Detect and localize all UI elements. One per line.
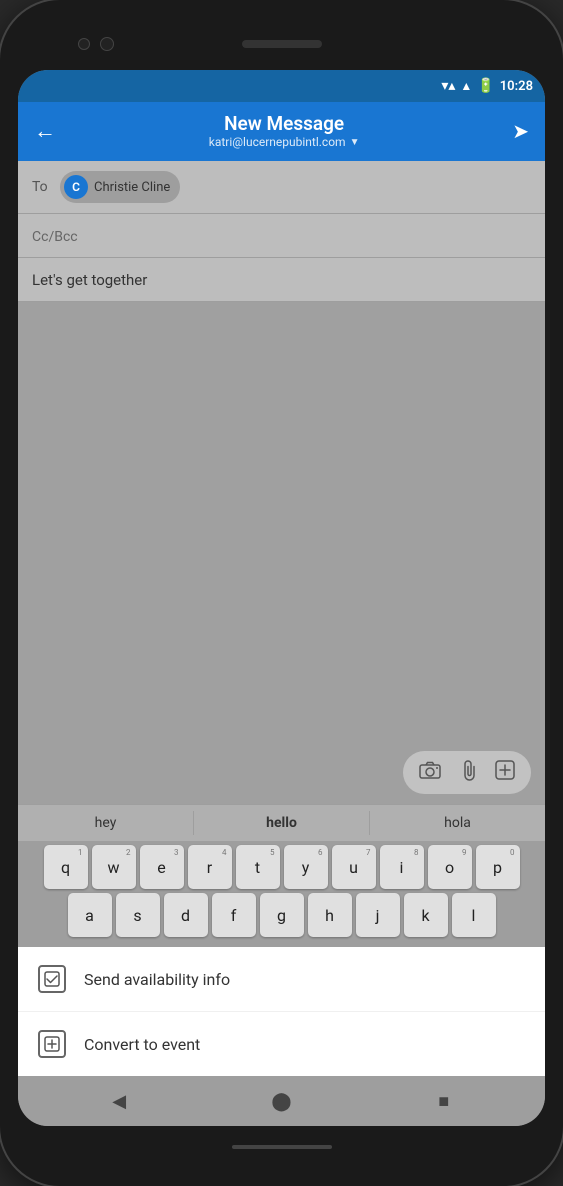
toolbar-pill — [403, 751, 531, 794]
nav-bar: ◀ ⬤ ■ — [18, 1076, 545, 1126]
recipient-avatar: C — [64, 175, 88, 199]
autocomplete-hello[interactable]: hello — [194, 805, 369, 841]
key-r[interactable]: 4r — [188, 845, 232, 889]
sheet-item-availability[interactable]: Send availability info — [18, 947, 545, 1012]
key-t[interactable]: 5t — [236, 845, 280, 889]
phone-bottom-bar — [18, 1126, 545, 1168]
autocomplete-hey[interactable]: hey — [18, 805, 193, 841]
nav-home-button[interactable]: ⬤ — [261, 1081, 301, 1121]
signal-icon: ▲ — [460, 79, 472, 93]
camera-button[interactable] — [419, 761, 441, 784]
autocomplete-hola[interactable]: hola — [370, 805, 545, 841]
phone-top-bar — [18, 18, 545, 70]
keyboard-area: 1q 2w 3e 4r 5t 6y 7u 8i 9o 0p a s d f g … — [18, 841, 545, 947]
home-indicator — [232, 1145, 332, 1149]
header-center: New Message katri@lucernepubintl.com ▼ — [56, 112, 512, 149]
autocomplete-bar: hey hello hola — [18, 804, 545, 841]
recipient-chip[interactable]: C Christie Cline — [60, 171, 180, 203]
key-p[interactable]: 0p — [476, 845, 520, 889]
key-w[interactable]: 2w — [92, 845, 136, 889]
header-title: New Message — [56, 112, 512, 135]
subject-row[interactable]: Let's get together — [18, 258, 545, 302]
key-d[interactable]: d — [164, 893, 208, 937]
key-k[interactable]: k — [404, 893, 448, 937]
key-e[interactable]: 3e — [140, 845, 184, 889]
sheet-item-event[interactable]: Convert to event — [18, 1012, 545, 1076]
key-u[interactable]: 7u — [332, 845, 376, 889]
compose-toolbar — [18, 741, 545, 804]
status-bar: ▾▴ ▲ 🔋 10:28 — [18, 70, 545, 102]
add-button[interactable] — [495, 760, 515, 785]
keyboard-row-1: 1q 2w 3e 4r 5t 6y 7u 8i 9o 0p — [22, 845, 541, 889]
phone-speaker — [242, 40, 322, 48]
phone-screen: ▾▴ ▲ 🔋 10:28 ← New Message katri@lucerne… — [18, 70, 545, 1126]
key-j[interactable]: j — [356, 893, 400, 937]
checkbox-icon — [38, 965, 66, 993]
bottom-sheet: Send availability info Convert to event — [18, 947, 545, 1076]
add-box-icon — [38, 1030, 66, 1058]
camera-left — [78, 38, 90, 50]
key-q[interactable]: 1q — [44, 845, 88, 889]
compose-area: To C Christie Cline Cc/Bcc Let's get tog… — [18, 161, 545, 804]
nav-back-button[interactable]: ◀ — [99, 1081, 139, 1121]
send-button[interactable]: ➤ — [512, 119, 529, 143]
nav-recents-button[interactable]: ■ — [424, 1081, 464, 1121]
key-h[interactable]: h — [308, 893, 352, 937]
key-f[interactable]: f — [212, 893, 256, 937]
app-header: ← New Message katri@lucernepubintl.com ▼… — [18, 102, 545, 161]
key-l[interactable]: l — [452, 893, 496, 937]
availability-label: Send availability info — [84, 970, 230, 989]
subject-text: Let's get together — [32, 271, 147, 289]
event-label: Convert to event — [84, 1035, 200, 1054]
phone-frame: ▾▴ ▲ 🔋 10:28 ← New Message katri@lucerne… — [0, 0, 563, 1186]
attach-button[interactable] — [459, 759, 477, 786]
key-a[interactable]: a — [68, 893, 112, 937]
recipient-name: Christie Cline — [94, 180, 170, 195]
to-label: To — [32, 179, 52, 195]
key-s[interactable]: s — [116, 893, 160, 937]
battery-icon: 🔋 — [477, 78, 494, 94]
body-area[interactable] — [18, 302, 545, 741]
keyboard-row-2: a s d f g h j k l — [22, 893, 541, 937]
status-icons: ▾▴ ▲ 🔋 10:28 — [441, 78, 533, 94]
header-subtitle: katri@lucernepubintl.com ▼ — [56, 135, 512, 149]
dropdown-icon[interactable]: ▼ — [350, 137, 360, 148]
key-y[interactable]: 6y — [284, 845, 328, 889]
to-row: To C Christie Cline — [18, 161, 545, 214]
key-i[interactable]: 8i — [380, 845, 424, 889]
status-time: 10:28 — [500, 79, 533, 94]
wifi-icon: ▾▴ — [441, 78, 455, 94]
cc-label: Cc/Bcc — [32, 229, 78, 245]
key-g[interactable]: g — [260, 893, 304, 937]
cc-row[interactable]: Cc/Bcc — [18, 214, 545, 258]
back-button[interactable]: ← — [34, 118, 56, 144]
key-o[interactable]: 9o — [428, 845, 472, 889]
camera-right — [100, 37, 114, 51]
